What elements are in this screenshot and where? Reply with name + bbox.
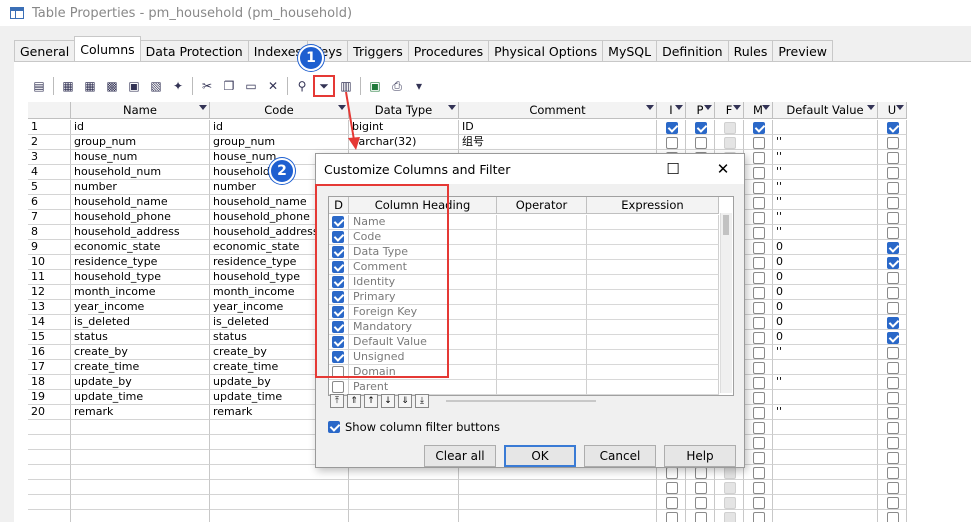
show-filter-label: Show column filter buttons — [345, 420, 501, 434]
operator-cell[interactable] — [497, 335, 587, 350]
ok-button[interactable]: OK — [504, 445, 576, 467]
dialog-header-expression: Expression — [587, 197, 719, 214]
expression-cell[interactable] — [587, 350, 719, 365]
expression-cell[interactable] — [587, 305, 719, 320]
dialog-header-operator: Operator — [497, 197, 587, 214]
move-button-5[interactable]: ⤓ — [415, 394, 429, 408]
move-button-0[interactable]: ⤒ — [330, 394, 344, 408]
move-buttons: ⤒ ⇑ ↑ ↓ ⇓ ⤓ — [330, 394, 432, 410]
operator-cell[interactable] — [497, 350, 587, 365]
expression-cell[interactable] — [587, 365, 719, 380]
expression-cell[interactable] — [587, 245, 719, 260]
operator-cell[interactable] — [497, 230, 587, 245]
move-button-1[interactable]: ⇑ — [347, 394, 361, 408]
display-checkbox[interactable] — [332, 381, 344, 393]
highlight-box — [315, 184, 449, 378]
operator-cell[interactable] — [497, 215, 587, 230]
operator-cell[interactable] — [497, 275, 587, 290]
show-filter-option[interactable]: Show column filter buttons — [328, 420, 500, 434]
operator-cell[interactable] — [497, 290, 587, 305]
operator-cell[interactable] — [497, 320, 587, 335]
maximize-icon[interactable]: ☐ — [661, 158, 685, 180]
move-button-3[interactable]: ↓ — [381, 394, 395, 408]
dialog-titlebar: Customize Columns and Filter ☐ ✕ — [316, 154, 744, 184]
move-button-2[interactable]: ↑ — [364, 394, 378, 408]
expression-cell[interactable] — [587, 215, 719, 230]
column-heading-cell[interactable]: Parent — [349, 380, 497, 395]
dialog-scrollbar[interactable] — [720, 213, 732, 393]
expression-cell[interactable] — [587, 320, 719, 335]
show-filter-checkbox[interactable] — [328, 421, 340, 433]
operator-cell[interactable] — [497, 260, 587, 275]
operator-cell[interactable] — [497, 305, 587, 320]
expression-cell[interactable] — [587, 260, 719, 275]
display-checkbox-cell[interactable] — [329, 380, 349, 395]
expression-cell[interactable] — [587, 275, 719, 290]
dialog-title: Customize Columns and Filter — [324, 162, 511, 177]
operator-cell[interactable] — [497, 380, 587, 395]
column-option-row[interactable]: Parent — [329, 380, 719, 395]
horizontal-scrollbar[interactable] — [446, 400, 596, 402]
operator-cell[interactable] — [497, 365, 587, 380]
scrollbar-thumb[interactable] — [723, 215, 729, 235]
clear-all-button[interactable]: Clear all — [424, 445, 496, 467]
close-icon[interactable]: ✕ — [711, 158, 735, 180]
help-button[interactable]: Help — [664, 445, 736, 467]
expression-cell[interactable] — [587, 380, 719, 395]
operator-cell[interactable] — [497, 245, 587, 260]
step-badge-2: 2 — [269, 158, 295, 184]
expression-cell[interactable] — [587, 335, 719, 350]
expression-cell[interactable] — [587, 290, 719, 305]
move-button-4[interactable]: ⇓ — [398, 394, 412, 408]
expression-cell[interactable] — [587, 230, 719, 245]
cancel-button[interactable]: Cancel — [584, 445, 656, 467]
